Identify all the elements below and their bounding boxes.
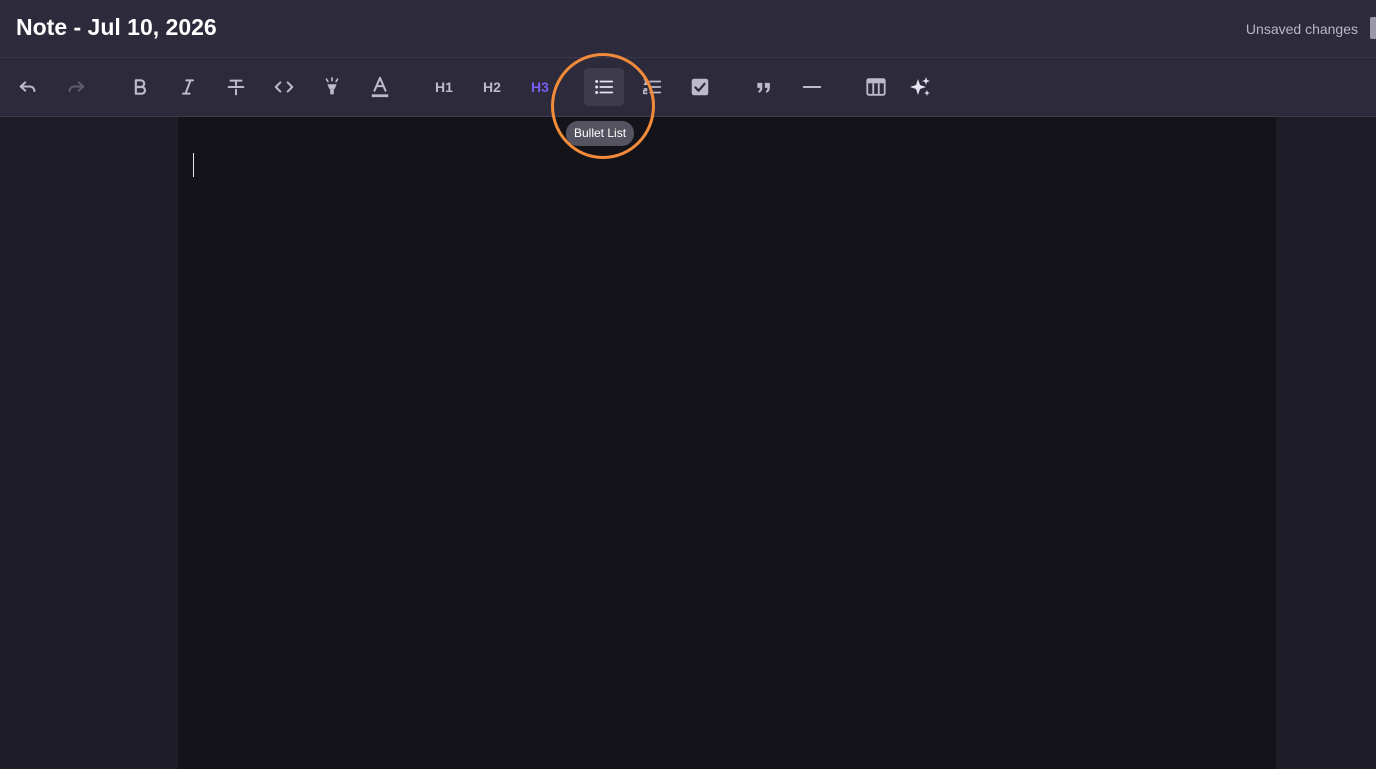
ai-assist-button[interactable] <box>902 68 938 106</box>
table-icon <box>866 78 886 96</box>
bullet-list-tooltip: Bullet List <box>566 121 635 146</box>
text-color-button[interactable] <box>362 68 398 106</box>
sparkles-icon <box>910 77 930 96</box>
checkbox-icon <box>691 78 709 96</box>
redo-icon <box>68 81 85 93</box>
bold-button[interactable] <box>122 68 158 106</box>
horizontal-rule-icon <box>802 85 822 89</box>
bold-icon <box>134 79 146 95</box>
table-button[interactable] <box>858 68 894 106</box>
heading-1-button[interactable]: H1 <box>426 68 462 106</box>
title-bar: Note - Jul 10, 2026 Unsaved changes <box>0 0 1376 58</box>
italic-icon <box>182 79 194 95</box>
code-icon <box>274 81 294 93</box>
text-caret <box>193 153 194 177</box>
formatting-toolbar: H1 H2 H3 <box>0 58 1376 117</box>
ordered-list-icon <box>643 78 662 95</box>
highlighter-icon <box>325 77 339 95</box>
redo-button[interactable] <box>58 68 94 106</box>
code-button[interactable] <box>266 68 302 106</box>
note-title[interactable]: Note - Jul 10, 2026 <box>16 14 217 41</box>
quote-icon <box>757 82 770 93</box>
italic-button[interactable] <box>170 68 206 106</box>
app-window: Note - Jul 10, 2026 Unsaved changes H1 H… <box>0 0 1376 769</box>
save-status: Unsaved changes <box>1245 21 1358 37</box>
horizontal-rule-button[interactable] <box>794 68 830 106</box>
strikethrough-icon <box>227 79 245 96</box>
text-color-icon <box>371 76 389 98</box>
heading-2-button[interactable]: H2 <box>474 68 510 106</box>
bullet-list-button[interactable] <box>584 68 624 106</box>
highlight-button[interactable] <box>314 68 350 106</box>
note-editor[interactable] <box>178 117 1276 769</box>
save-icon[interactable] <box>1370 17 1376 39</box>
ordered-list-button[interactable] <box>634 68 670 106</box>
strikethrough-button[interactable] <box>218 68 254 106</box>
bullet-list-icon <box>595 80 614 94</box>
blockquote-button[interactable] <box>746 68 782 106</box>
heading-3-button[interactable]: H3 <box>522 68 558 106</box>
undo-button[interactable] <box>10 68 46 106</box>
task-list-button[interactable] <box>682 68 718 106</box>
undo-icon <box>19 81 36 93</box>
